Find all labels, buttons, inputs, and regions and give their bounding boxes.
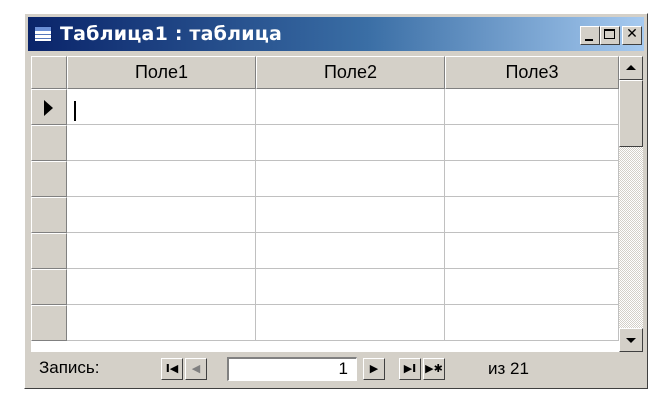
scroll-thumb[interactable] — [619, 80, 643, 147]
record-navigation-bar: Запись: I◀ ◀ 1 ▶ ▶I ▶✱ из 21 — [31, 353, 643, 385]
table-cell[interactable] — [445, 125, 619, 161]
table-cell[interactable] — [256, 233, 445, 269]
record-selector[interactable] — [31, 233, 67, 269]
minimize-button[interactable] — [580, 26, 600, 45]
column-header-pole3[interactable]: Поле3 — [445, 56, 619, 89]
maximize-button[interactable] — [600, 26, 620, 45]
current-record-arrow-icon — [44, 100, 53, 116]
close-icon: ✕ — [626, 26, 638, 42]
table-cell[interactable] — [256, 305, 445, 341]
table-cell[interactable] — [445, 305, 619, 341]
table-cell[interactable] — [67, 305, 256, 341]
record-selector[interactable] — [31, 161, 67, 197]
table-cell[interactable] — [67, 89, 256, 125]
new-record-button[interactable]: ▶✱ — [423, 358, 445, 380]
table-cell[interactable] — [445, 161, 619, 197]
table-window: Таблица1 : таблица ✕ Поле1 Поле2 Поле3 З… — [24, 13, 648, 389]
record-selector[interactable] — [31, 269, 67, 305]
previous-record-button[interactable]: ◀ — [185, 358, 207, 380]
table-cell[interactable] — [445, 197, 619, 233]
title-bar[interactable]: Таблица1 : таблица ✕ — [28, 17, 644, 51]
next-record-button[interactable]: ▶ — [363, 358, 385, 380]
text-cursor — [74, 101, 76, 121]
table-cell[interactable] — [256, 89, 445, 125]
table-cell[interactable] — [445, 233, 619, 269]
record-selector[interactable] — [31, 89, 67, 125]
scroll-up-button[interactable] — [619, 56, 643, 80]
table-cell[interactable] — [67, 269, 256, 305]
scroll-down-button[interactable] — [619, 328, 643, 352]
table-cell[interactable] — [67, 233, 256, 269]
table-cell[interactable] — [256, 125, 445, 161]
table-cell[interactable] — [256, 197, 445, 233]
last-record-button[interactable]: ▶I — [399, 358, 421, 380]
table-cell[interactable] — [445, 89, 619, 125]
close-button[interactable]: ✕ — [622, 26, 642, 45]
column-header-pole2[interactable]: Поле2 — [256, 56, 445, 89]
table-cell[interactable] — [256, 269, 445, 305]
table-cell[interactable] — [67, 161, 256, 197]
record-total: из 21 — [488, 359, 529, 378]
table-icon[interactable] — [34, 26, 52, 42]
table-cell[interactable] — [67, 125, 256, 161]
first-record-button[interactable]: I◀ — [161, 358, 183, 380]
record-number-input[interactable]: 1 — [227, 357, 357, 381]
select-all-corner[interactable] — [31, 56, 67, 89]
record-selector[interactable] — [31, 125, 67, 161]
table-cell[interactable] — [445, 269, 619, 305]
vertical-scrollbar[interactable] — [619, 56, 643, 352]
column-header-pole1[interactable]: Поле1 — [67, 56, 256, 89]
record-selector[interactable] — [31, 305, 67, 341]
table-cell[interactable] — [256, 161, 445, 197]
datasheet-grid: Поле1 Поле2 Поле3 — [31, 56, 643, 352]
table-cell[interactable] — [67, 197, 256, 233]
record-selector[interactable] — [31, 197, 67, 233]
record-label: Запись: — [39, 358, 100, 377]
window-title: Таблица1 : таблица — [60, 23, 283, 45]
